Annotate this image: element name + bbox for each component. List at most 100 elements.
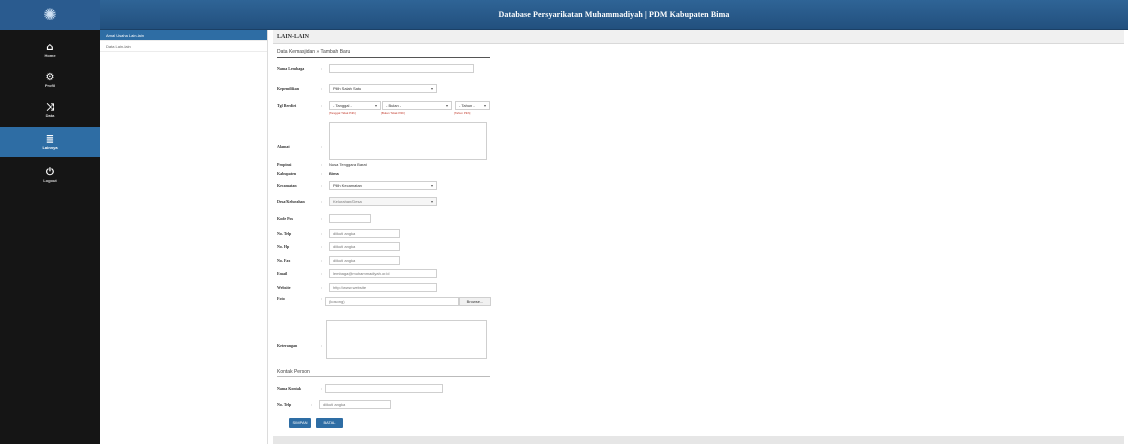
cancel-button[interactable]: BATAL (316, 418, 343, 428)
foto-label: Foto (277, 295, 285, 301)
tgl-month-select[interactable]: - Bulan - ▾ (382, 100, 452, 110)
rail-item-label: Profil (44, 82, 56, 88)
row-telp: No. Telp : diikuti angka (277, 228, 400, 238)
rail-item-label: Logout (43, 177, 57, 183)
submenu-item-data-lain[interactable]: Data Lain-lain (100, 41, 267, 52)
kontak-hp-label: No. Telp (277, 401, 292, 407)
hint-year: [Tahun Pilih] (454, 111, 471, 115)
colon: : (321, 143, 323, 149)
colon: : (321, 85, 323, 91)
panel-header: LAIN-LAIN (273, 30, 1124, 44)
colon: : (321, 65, 323, 71)
kepemilikan-select[interactable]: Pilih Salah Satu ▾ (329, 83, 437, 93)
nama-input[interactable] (329, 63, 474, 73)
propinsi-label: Propinsi (277, 161, 292, 167)
kodepos-label: Kode Pos (277, 215, 294, 221)
propinsi-value: Nusa Tenggara Barat (329, 161, 367, 167)
rail-item-logout[interactable]: ⏻ Logout (0, 160, 100, 190)
row-kodepos: Kode Pos : (277, 213, 371, 223)
hp-label: No. Hp (277, 243, 290, 249)
panel-heading: LAIN-LAIN (277, 33, 310, 40)
keterangan-label: Keterangan (277, 342, 298, 348)
kelurahan-label: Desa/Kelurahan (277, 198, 305, 204)
colon: : (311, 401, 313, 407)
chevron-down-icon: ▾ (483, 102, 486, 108)
row-nama: Nama Lembaga : (277, 63, 474, 73)
rail-item-home[interactable]: ⌂ Home (0, 35, 100, 65)
contact-divider (277, 376, 490, 377)
colon: : (321, 270, 323, 276)
row-website: Website : http://www.website (277, 282, 437, 292)
kecamatan-label: Kecamatan (277, 182, 297, 188)
kontak-hp-input[interactable]: diikuti angka (319, 399, 391, 409)
section-divider (277, 57, 490, 58)
chevron-down-icon: ▾ (374, 102, 377, 108)
rail-item-label: Lainnya (42, 144, 58, 150)
row-kontak-nama: Nama Kontak : (277, 383, 443, 393)
app-title: Database Persyarikatan Muhammadiyah | PD… (498, 10, 730, 19)
foto-input[interactable]: (kosong) (325, 297, 459, 306)
footer-strip (273, 436, 1124, 444)
tgl-month-value: - Bulan - (386, 102, 402, 108)
row-tgl-berdiri: Tgl Berdiri : - Tanggal - ▾ - Bulan - ▾ … (277, 100, 490, 110)
chevron-down-icon: ▾ (430, 182, 433, 188)
kepemilikan-value: Pilih Salah Satu (333, 85, 362, 91)
colon: : (321, 284, 323, 290)
row-foto: Foto : (277, 293, 329, 303)
row-kepemilikan: Kepemilikan : Pilih Salah Satu ▾ (277, 83, 437, 93)
chevron-down-icon: ▾ (445, 102, 448, 108)
top-header: Database Persyarikatan Muhammadiyah | PD… (100, 0, 1128, 30)
fax-input[interactable]: diikuti angka (329, 255, 400, 265)
main-panel: LAIN-LAIN Data Kemasjidan » Tambah Baru … (273, 30, 1124, 435)
row-kabupaten: Kabupaten : Bima (277, 168, 339, 178)
kecamatan-select[interactable]: Pilih Kecamatan ▾ (329, 180, 437, 190)
telp-input[interactable]: diikuti angka (329, 228, 400, 238)
kodepos-input[interactable] (329, 213, 371, 223)
chevron-down-icon: ▾ (430, 198, 433, 204)
email-label: Email (277, 270, 288, 276)
row-email: Email : lembaga@muhammadiyah.or.id (277, 268, 437, 278)
list-icon: ≣ (45, 133, 55, 145)
website-label: Website (277, 284, 291, 290)
kelurahan-select[interactable]: Kelurahan/Desa ▾ (329, 196, 437, 206)
tgl-year-value: - Tahun - (459, 102, 475, 108)
alamat-label: Alamat (277, 143, 290, 149)
hp-input[interactable]: diikuti angka (329, 241, 400, 251)
chevron-down-icon: ▾ (430, 85, 433, 91)
hint-month: [Bulan Tidak Pilih] (381, 111, 405, 115)
submenu-item-amal-usaha-lain[interactable]: Amal Usaha Lain-lain (100, 30, 267, 41)
nama-label: Nama Lembaga (277, 65, 305, 71)
hint-day: [Tanggal Tidak Pilih] (329, 111, 356, 115)
colon: : (321, 182, 323, 188)
home-icon: ⌂ (46, 41, 54, 53)
browse-button[interactable]: Browse... (459, 297, 491, 306)
tgl-day-select[interactable]: - Tanggal - ▾ (329, 100, 381, 110)
kelurahan-value: Kelurahan/Desa (333, 198, 362, 204)
tgl-year-select[interactable]: - Tahun - ▾ (455, 100, 490, 110)
kontak-nama-label: Nama Kontak (277, 385, 302, 391)
kabupaten-value: Bima (329, 170, 339, 176)
tgl-day-value: - Tanggal - (333, 102, 352, 108)
kontak-nama-input[interactable] (325, 383, 443, 393)
email-input[interactable]: lembaga@muhammadiyah.or.id (329, 268, 437, 278)
sun-logo-icon[interactable]: ✺ (0, 0, 100, 30)
colon: : (321, 230, 323, 236)
contact-section-title: Kontak Person (277, 369, 310, 375)
section-title: Data Kemasjidan » Tambah Baru (277, 49, 351, 55)
rail-item-data[interactable]: ⤨ Data (0, 95, 100, 125)
website-input[interactable]: http://www.website (329, 282, 437, 292)
colon: : (321, 215, 323, 221)
rail-item-label: Home (44, 52, 56, 58)
rail-item-profil[interactable]: ⚙ Profil (0, 65, 100, 95)
save-button[interactable]: SIMPAN (289, 418, 311, 428)
kepemilikan-label: Kepemilikan (277, 85, 300, 91)
row-keterangan: Keterangan : (277, 340, 329, 350)
telp-label: No. Telp (277, 230, 292, 236)
settings-icon: ⚙ (45, 71, 55, 83)
kabupaten-label: Kabupaten (277, 170, 297, 176)
alamat-textarea[interactable] (329, 122, 487, 160)
rail-item-lainnya[interactable]: ≣ Lainnya (0, 127, 100, 157)
colon: : (321, 170, 323, 176)
colon: : (321, 257, 323, 263)
keterangan-textarea[interactable] (326, 320, 487, 359)
